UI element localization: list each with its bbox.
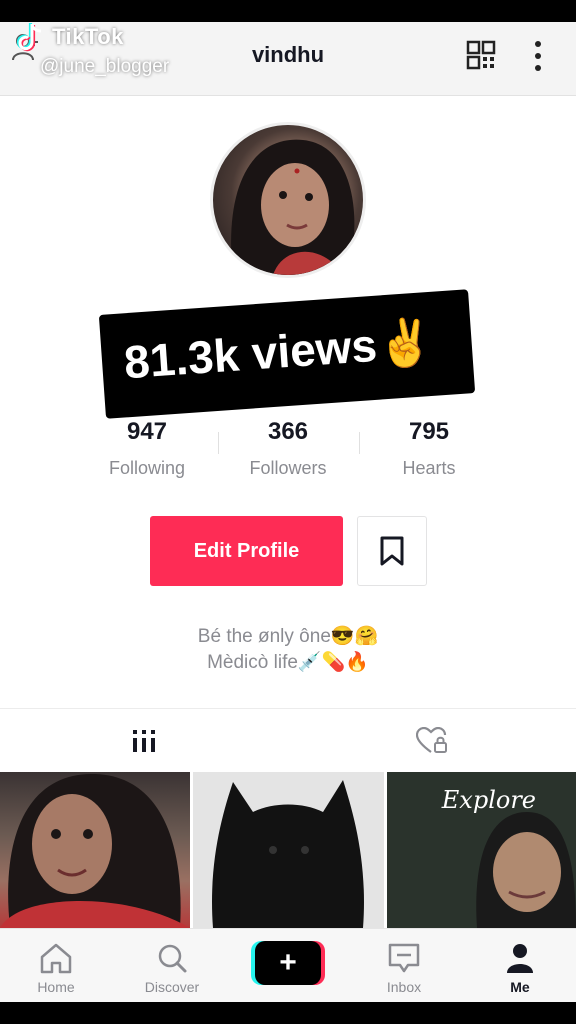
following-label: Following	[108, 458, 186, 478]
video-thumbnail[interactable]	[0, 772, 190, 928]
more-options-icon[interactable]	[528, 38, 548, 74]
hearts-label: Hearts	[402, 458, 456, 478]
nav-home-label: Home	[37, 979, 75, 995]
nav-inbox-label: Inbox	[386, 979, 422, 995]
tiktok-logo-icon	[16, 23, 42, 52]
create-video-button[interactable]: +	[255, 941, 321, 985]
following-count: 947	[126, 418, 168, 445]
video-grid: Explore	[0, 772, 576, 928]
bio-line: Bé the ønly ône😎🤗	[197, 626, 379, 647]
stat-hearts[interactable]: 795 Hearts	[359, 418, 499, 479]
heart-lock-icon	[416, 727, 447, 753]
nav-home[interactable]: Home	[6, 929, 106, 1002]
avatar-photo	[231, 139, 355, 275]
profile-icon	[507, 944, 533, 973]
hearts-count: 795	[408, 418, 450, 445]
bookmark-icon	[380, 536, 404, 566]
tiktok-watermark: TikTok @june_blogger	[14, 22, 214, 82]
thumbnail-image	[193, 772, 384, 928]
qr-code-icon[interactable]	[466, 40, 496, 70]
profile-screen: vindhu 81.3k views✌ 947 Following 366 Fo…	[0, 22, 576, 1002]
favorites-button[interactable]	[357, 516, 427, 586]
video-thumbnail[interactable]: Explore	[387, 772, 576, 928]
tab-liked[interactable]	[288, 709, 576, 773]
home-icon	[40, 943, 72, 974]
nav-me[interactable]: Me	[470, 929, 570, 1002]
views-sticker: 81.3k views✌	[98, 289, 476, 419]
bottom-nav: Home Discover + Inbox Me	[0, 928, 576, 1002]
thumbnail-overlay-text: Explore	[441, 786, 536, 814]
edit-profile-button[interactable]: Edit Profile	[150, 516, 343, 586]
inbox-icon	[388, 943, 420, 973]
bio-line: Mèdicò life💉💊🔥	[207, 652, 369, 673]
video-thumbnail[interactable]	[193, 772, 384, 928]
followers-label: Followers	[249, 458, 327, 478]
stat-following[interactable]: 947 Following	[77, 418, 217, 479]
tab-videos[interactable]	[0, 709, 288, 773]
nav-me-label: Me	[510, 979, 530, 995]
profile-avatar[interactable]	[210, 122, 366, 278]
profile-tabs	[0, 708, 576, 772]
nav-inbox[interactable]: Inbox	[354, 929, 454, 1002]
thumbnail-image	[0, 773, 190, 928]
stat-followers[interactable]: 366 Followers	[218, 418, 358, 479]
grid-icon	[133, 730, 155, 752]
views-sticker-text: 81.3k views✌	[122, 314, 436, 389]
search-icon	[158, 944, 187, 973]
watermark-handle: @june_blogger	[40, 56, 170, 77]
watermark-brand: TikTok	[52, 24, 124, 49]
nav-discover[interactable]: Discover	[122, 929, 222, 1002]
followers-count: 366	[267, 418, 309, 445]
nav-discover-label: Discover	[144, 979, 200, 995]
profile-bio: Bé the ønly ône😎🤗 Mèdicò life💉💊🔥	[0, 624, 576, 676]
